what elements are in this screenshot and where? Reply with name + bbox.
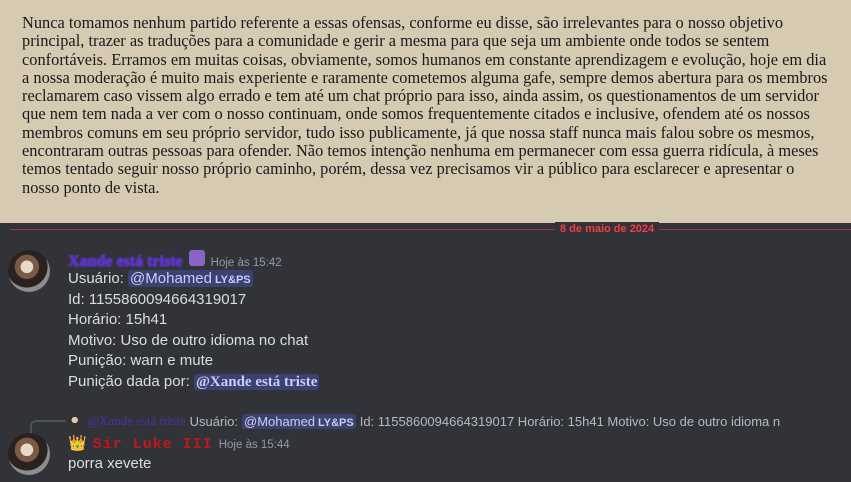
message-line: Usuário: @Mohamed LY&PS (68, 269, 253, 290)
field-label: Punição dada por: (68, 373, 194, 390)
avatar-image (8, 433, 50, 475)
timestamp[interactable]: Hoje às 15:44 (219, 439, 290, 451)
server-tag: LY&PS (214, 274, 251, 286)
mention-text: @Mohamed (130, 270, 212, 287)
avatar[interactable] (8, 433, 50, 475)
reply-preview[interactable]: @Xande está triste Usuário: @Mohamed LY&P… (68, 412, 851, 430)
document-paragraph: Nunca tomamos nenhum partido referente a… (22, 13, 828, 197)
document-excerpt: Nunca tomamos nenhum partido referente a… (0, 0, 851, 223)
timestamp[interactable]: Hoje às 15:42 (211, 257, 282, 269)
message-header: 👑 Sir Luke III Hoje às 15:44 (68, 434, 290, 453)
date-divider: 8 de maio de 2024 (555, 222, 660, 237)
message-header: Xande está triste Hoje às 15:42 (68, 250, 282, 271)
message-line: Horário: 15h41 (68, 311, 168, 328)
mention-text: @Mohamed (244, 413, 316, 429)
date-divider-line (10, 229, 851, 230)
server-tag: LY&PS (318, 416, 354, 429)
avatar-image (8, 250, 50, 292)
message-line: Punição: warn e mute (68, 352, 214, 369)
crown-icon: 👑 (68, 435, 87, 452)
reply-username[interactable]: @Xande está triste (87, 413, 186, 429)
reply-avatar (68, 413, 83, 429)
message-text: porra xevete (68, 455, 152, 472)
field-label: Usuário: (68, 270, 129, 287)
user-mention[interactable]: @Mohamed LY&PS (128, 270, 253, 287)
reply-excerpt: Id: 1155860094664319017 Horário: 15h41 M… (359, 413, 781, 429)
role-badge-icon (188, 250, 205, 266)
avatar[interactable] (8, 250, 50, 292)
reply-mention[interactable]: @Mohamed LY&PS (242, 413, 356, 429)
message-line: Punição dada por: @Xande está triste (68, 372, 320, 392)
message-line: Id: 1155860094664319017 (68, 291, 247, 308)
message-line: Motivo: Uso de outro idioma no chat (68, 332, 309, 349)
user-mention[interactable]: @Xande está triste (193, 374, 320, 390)
username[interactable]: Sir Luke III (93, 436, 213, 453)
reply-label: Usuário: (189, 413, 239, 429)
